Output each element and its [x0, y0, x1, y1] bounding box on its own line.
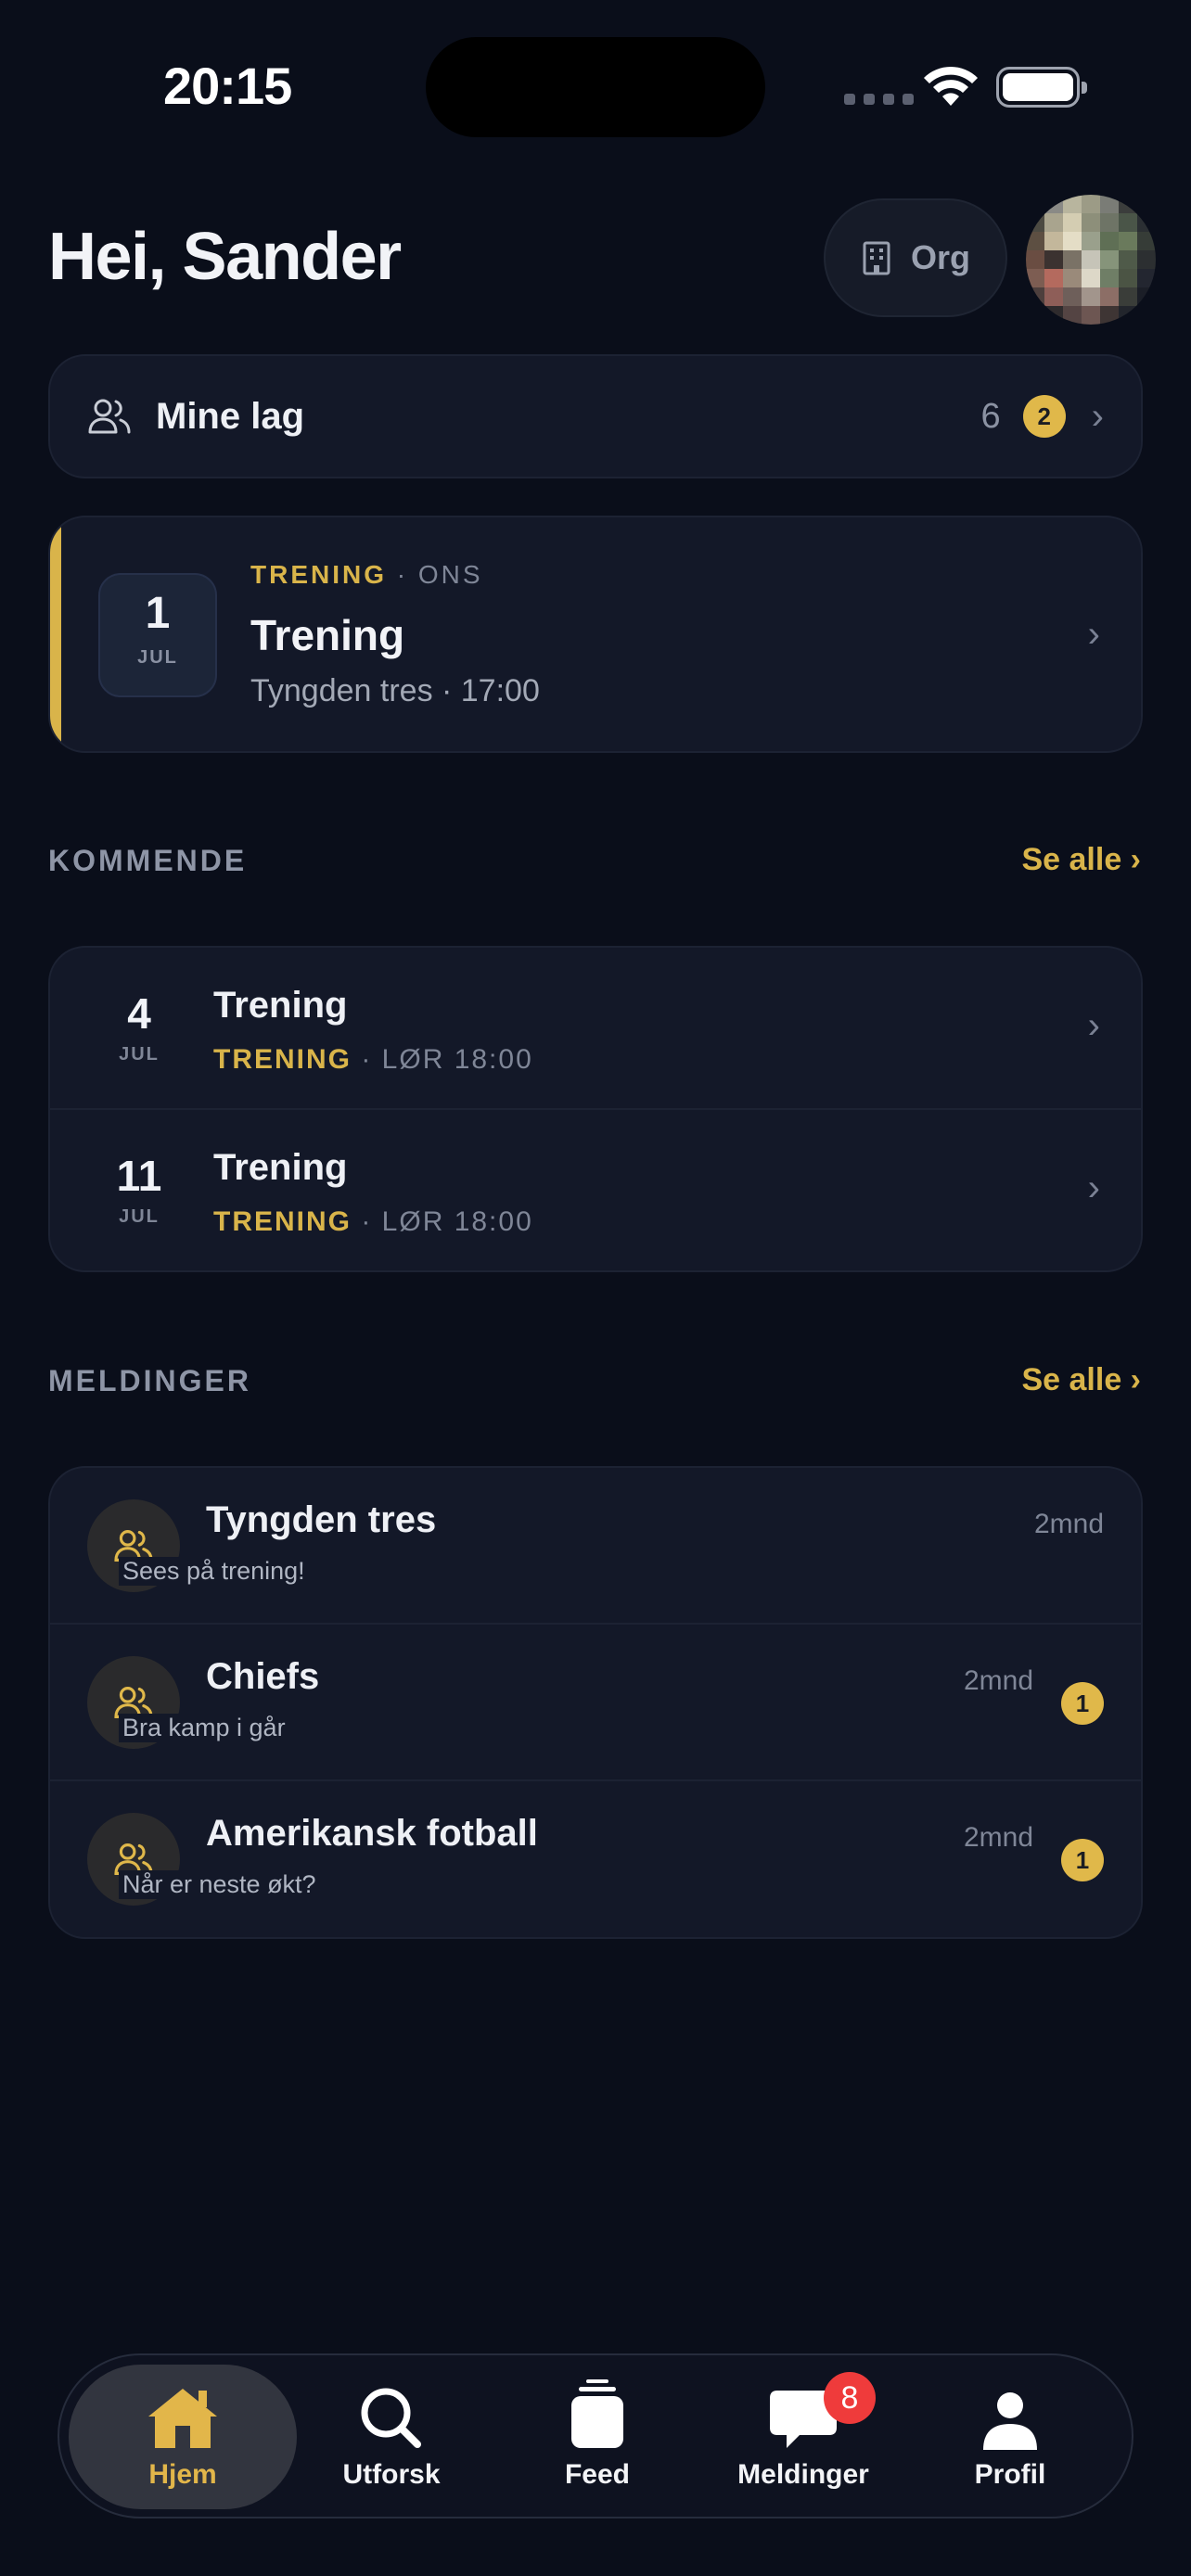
upcoming-category: TRENING	[213, 1044, 352, 1075]
greeting-title: Hei, Sander	[48, 220, 402, 294]
event-weekday: ONS	[417, 560, 483, 589]
conversation-name: Tyngden tres	[206, 1499, 437, 1540]
dynamic-island	[426, 37, 765, 137]
upcoming-title: Trening	[213, 985, 348, 1026]
unread-badge: 1	[1061, 1839, 1104, 1881]
event-subtitle: Tyngden tres · 17:00	[250, 673, 540, 708]
upcoming-day: 4	[127, 989, 151, 1038]
messages-badge: 8	[824, 2372, 876, 2424]
unread-badge: 1	[1061, 1682, 1104, 1725]
tab-messages[interactable]: 8 Meldinger	[698, 2355, 908, 2520]
wifi-icon	[924, 66, 978, 106]
teams-badge: 2	[1022, 395, 1066, 438]
status-time: 20:15	[163, 57, 292, 115]
upcoming-meta: TRENING · LØR 18:00	[213, 1206, 533, 1237]
org-button[interactable]: Org	[824, 198, 1007, 317]
conversation-preview: Bra kamp i går	[119, 1714, 289, 1742]
search-icon	[361, 2388, 421, 2448]
upcoming-see-all-link[interactable]: Se alle ›	[1021, 842, 1141, 878]
tab-profile-label: Profil	[974, 2459, 1046, 2490]
bottom-tab-bar: Hjem Utforsk Feed 8 Meldinger Profil	[58, 2353, 1133, 2519]
event-date-tile: 1 JUL	[98, 573, 217, 697]
conversation-name: Chiefs	[206, 1656, 320, 1697]
tab-home-label: Hjem	[148, 2459, 217, 2490]
conversation-time: 2mnd	[1033, 1509, 1104, 1539]
upcoming-month: JUL	[119, 1206, 160, 1227]
teams-count: 6	[980, 396, 1001, 436]
upcoming-time: LØR 18:00	[381, 1206, 533, 1237]
event-month: JUL	[137, 647, 178, 668]
users-icon	[88, 399, 131, 434]
conversation-preview: Sees på trening!	[119, 1557, 309, 1586]
messages-see-all-link[interactable]: Se alle ›	[1021, 1362, 1141, 1398]
messages-list: Tyngden tres Sees på trening! 2mnd Chief…	[48, 1466, 1143, 1939]
tab-explore[interactable]: Utforsk	[287, 2355, 496, 2520]
upcoming-row[interactable]: 11 JUL Trening TRENING · LØR 18:00 ›	[50, 1110, 1141, 1270]
home-screen: 20:15 Hei, Sander Org Mine lag 6 2 › 1 J…	[0, 0, 1191, 2576]
event-category: TRENING	[250, 560, 387, 589]
conversation-time: 2mnd	[963, 1665, 1033, 1696]
profile-avatar[interactable]	[1026, 195, 1156, 325]
tab-home[interactable]: Hjem	[78, 2355, 288, 2520]
conversation-preview: Når er neste økt?	[119, 1870, 320, 1899]
chevron-right-icon: ›	[1091, 395, 1104, 437]
tab-feed-label: Feed	[564, 2459, 631, 2490]
event-day: 1	[145, 589, 171, 638]
upcoming-meta: TRENING · LØR 18:00	[213, 1044, 533, 1075]
upcoming-row[interactable]: 4 JUL Trening TRENING · LØR 18:00 ›	[50, 948, 1141, 1110]
upcoming-month: JUL	[119, 1044, 160, 1065]
upcoming-list: 4 JUL Trening TRENING · LØR 18:00 › 11 J…	[48, 946, 1143, 1272]
upcoming-time: LØR 18:00	[381, 1044, 533, 1075]
home-icon	[148, 2389, 217, 2448]
chevron-right-icon: ›	[1087, 1167, 1100, 1208]
chevron-right-icon: ›	[1087, 614, 1100, 655]
upcoming-title: Trening	[213, 1147, 348, 1188]
org-label: Org	[910, 238, 970, 276]
upcoming-category: TRENING	[213, 1206, 352, 1237]
tab-profile[interactable]: Profil	[905, 2355, 1115, 2520]
event-accent-bar	[50, 517, 61, 751]
tab-feed[interactable]: Feed	[493, 2355, 702, 2520]
tab-messages-label: Meldinger	[737, 2459, 869, 2490]
conversation-time: 2mnd	[963, 1822, 1033, 1853]
person-icon	[983, 2392, 1037, 2450]
cellular-signal-icon	[844, 94, 914, 105]
upcoming-day: 11	[116, 1152, 162, 1200]
event-title: Trening	[250, 611, 405, 659]
next-event-card[interactable]: 1 JUL TRENING · ONS Trening Tyngden tres…	[48, 516, 1143, 753]
chevron-right-icon: ›	[1087, 1005, 1100, 1046]
messages-section-label: MELDINGER	[48, 1364, 251, 1397]
conversation-row[interactable]: Tyngden tres Sees på trening! 2mnd	[50, 1468, 1141, 1625]
tab-explore-label: Utforsk	[342, 2459, 441, 2490]
my-teams-card[interactable]: Mine lag 6 2 ›	[48, 354, 1143, 478]
conversation-name: Amerikansk fotball	[206, 1813, 538, 1854]
my-teams-label: Mine lag	[156, 395, 305, 437]
feed-icon	[571, 2379, 623, 2448]
event-meta: TRENING · ONS	[250, 560, 483, 589]
building-icon	[863, 241, 890, 275]
conversation-row[interactable]: Amerikansk fotball Når er neste økt? 2mn…	[50, 1781, 1141, 1937]
battery-icon	[996, 67, 1087, 108]
conversation-row[interactable]: Chiefs Bra kamp i går 2mnd 1	[50, 1625, 1141, 1781]
upcoming-section-label: KOMMENDE	[48, 844, 248, 877]
